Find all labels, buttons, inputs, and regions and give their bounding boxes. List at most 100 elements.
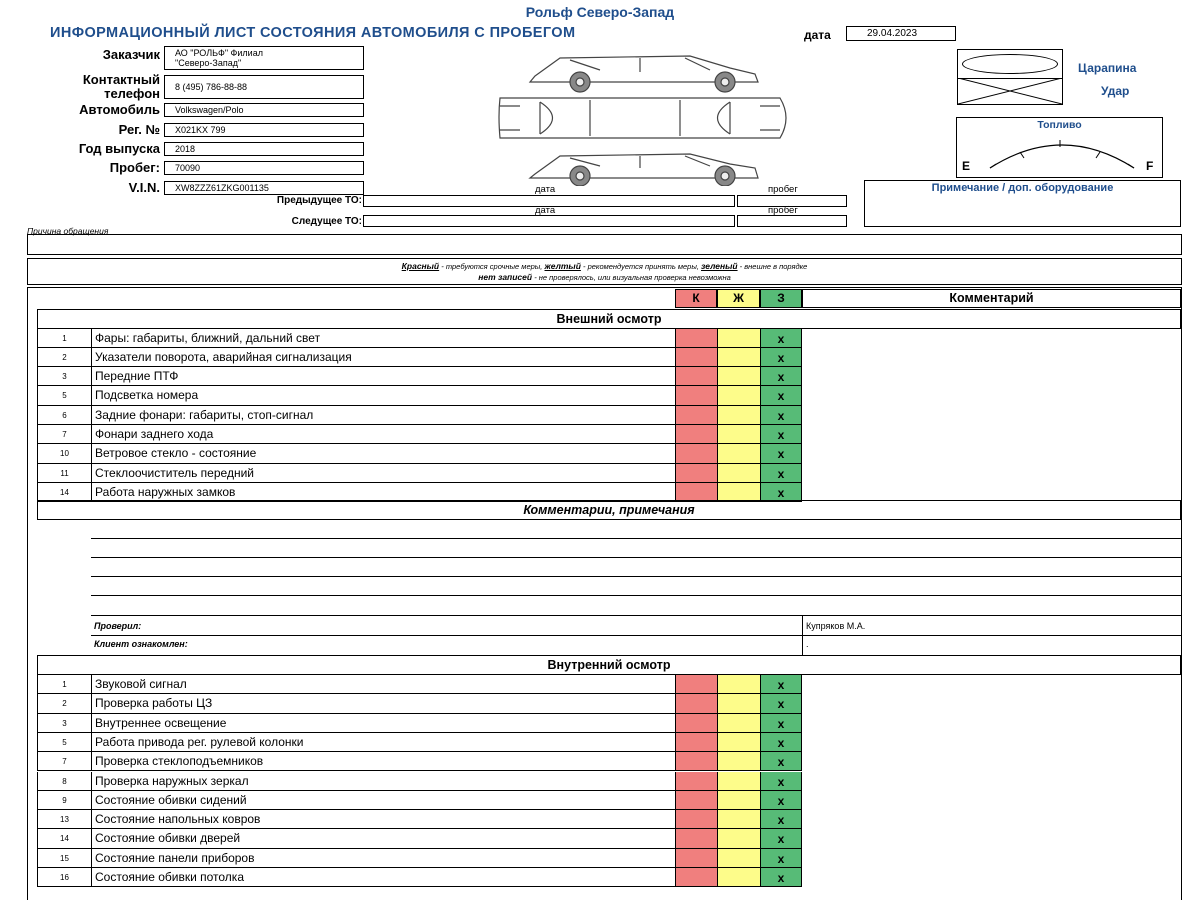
status-yellow-cell[interactable] bbox=[717, 367, 760, 387]
row-comment-cell[interactable] bbox=[802, 464, 1181, 483]
comment-line[interactable] bbox=[91, 557, 1181, 558]
status-red-cell[interactable] bbox=[675, 463, 717, 483]
row-comment-cell[interactable] bbox=[802, 849, 1181, 868]
next-service-mileage-field[interactable] bbox=[737, 215, 847, 227]
status-red-cell[interactable] bbox=[675, 752, 717, 772]
status-yellow-cell[interactable] bbox=[717, 405, 760, 425]
comment-line[interactable] bbox=[91, 576, 1181, 577]
status-yellow-cell[interactable] bbox=[717, 848, 760, 868]
row-comment-cell[interactable] bbox=[802, 425, 1181, 444]
row-comment-cell[interactable] bbox=[802, 367, 1181, 386]
status-red-cell[interactable] bbox=[675, 810, 717, 830]
row-comment-cell[interactable] bbox=[802, 444, 1181, 463]
status-yellow-cell[interactable] bbox=[717, 868, 760, 888]
status-green-cell[interactable]: x bbox=[760, 328, 802, 348]
status-yellow-cell[interactable] bbox=[717, 732, 760, 753]
customer-field[interactable]: АО "РОЛЬФ" Филиал "Северо-Запад" bbox=[164, 46, 364, 70]
status-yellow-cell[interactable] bbox=[717, 463, 760, 483]
year-field[interactable]: 2018 bbox=[164, 142, 364, 156]
table-row: 10 Ветровое стекло - состояние x bbox=[0, 444, 1200, 464]
comment-line[interactable] bbox=[91, 595, 1181, 596]
status-yellow-cell[interactable] bbox=[717, 713, 760, 733]
status-red-cell[interactable] bbox=[675, 771, 717, 791]
status-red-cell[interactable] bbox=[675, 848, 717, 868]
vin-field[interactable]: XW8ZZZ61ZKG001135 bbox=[164, 181, 364, 195]
status-red-cell[interactable] bbox=[675, 713, 717, 733]
col-header-z: З bbox=[760, 289, 802, 308]
date-field[interactable]: 29.04.2023 bbox=[846, 26, 956, 41]
status-green-cell[interactable]: x bbox=[760, 694, 802, 714]
status-red-cell[interactable] bbox=[675, 347, 717, 368]
reason-field[interactable] bbox=[27, 234, 1182, 255]
year-label: Год выпуска bbox=[78, 141, 160, 156]
row-comment-cell[interactable] bbox=[802, 348, 1181, 367]
status-green-cell[interactable]: x bbox=[760, 868, 802, 888]
status-red-cell[interactable] bbox=[675, 732, 717, 753]
status-red-cell[interactable] bbox=[675, 444, 717, 464]
reg-field[interactable]: X021KX 799 bbox=[164, 123, 364, 137]
row-comment-cell[interactable] bbox=[802, 406, 1181, 425]
status-yellow-cell[interactable] bbox=[717, 675, 760, 695]
status-red-cell[interactable] bbox=[675, 425, 717, 445]
row-number: 10 bbox=[37, 444, 91, 464]
status-green-cell[interactable]: x bbox=[760, 713, 802, 733]
status-yellow-cell[interactable] bbox=[717, 444, 760, 464]
status-red-cell[interactable] bbox=[675, 386, 717, 406]
status-yellow-cell[interactable] bbox=[717, 752, 760, 772]
status-green-cell[interactable]: x bbox=[760, 463, 802, 483]
status-green-cell[interactable]: x bbox=[760, 367, 802, 387]
row-comment-cell[interactable] bbox=[802, 772, 1181, 791]
row-comment-cell[interactable] bbox=[802, 714, 1181, 733]
status-green-cell[interactable]: x bbox=[760, 790, 802, 811]
status-red-cell[interactable] bbox=[675, 328, 717, 348]
status-red-cell[interactable] bbox=[675, 367, 717, 387]
status-yellow-cell[interactable] bbox=[717, 386, 760, 406]
status-green-cell[interactable]: x bbox=[760, 732, 802, 753]
status-green-cell[interactable]: x bbox=[760, 829, 802, 849]
status-yellow-cell[interactable] bbox=[717, 810, 760, 830]
status-green-cell[interactable]: x bbox=[760, 425, 802, 445]
row-comment-cell[interactable] bbox=[802, 733, 1181, 752]
row-comment-cell[interactable] bbox=[802, 829, 1181, 848]
status-green-cell[interactable]: x bbox=[760, 405, 802, 425]
row-comment-cell[interactable] bbox=[802, 752, 1181, 771]
status-green-cell[interactable]: x bbox=[760, 771, 802, 791]
status-yellow-cell[interactable] bbox=[717, 829, 760, 849]
status-red-cell[interactable] bbox=[675, 790, 717, 811]
row-comment-cell[interactable] bbox=[802, 329, 1181, 348]
row-comment-cell[interactable] bbox=[802, 694, 1181, 713]
row-comment-cell[interactable] bbox=[802, 868, 1181, 887]
status-yellow-cell[interactable] bbox=[717, 694, 760, 714]
status-green-cell[interactable]: x bbox=[760, 675, 802, 695]
status-green-cell[interactable]: x bbox=[760, 848, 802, 868]
status-red-cell[interactable] bbox=[675, 694, 717, 714]
status-red-cell[interactable] bbox=[675, 868, 717, 888]
notes-box[interactable]: Примечание / доп. оборудование bbox=[864, 180, 1181, 227]
status-red-cell[interactable] bbox=[675, 405, 717, 425]
legend-red-desc: - требуются срочные меры, bbox=[441, 262, 543, 271]
row-comment-cell[interactable] bbox=[802, 675, 1181, 694]
status-green-cell[interactable]: x bbox=[760, 347, 802, 368]
status-green-cell[interactable]: x bbox=[760, 444, 802, 464]
status-yellow-cell[interactable] bbox=[717, 771, 760, 791]
status-red-cell[interactable] bbox=[675, 675, 717, 695]
phone-field[interactable]: 8 (495) 786-88-88 bbox=[164, 75, 364, 99]
mileage-field[interactable]: 70090 bbox=[164, 161, 364, 175]
row-comment-cell[interactable] bbox=[802, 791, 1181, 810]
status-green-cell[interactable]: x bbox=[760, 810, 802, 830]
status-green-cell[interactable]: x bbox=[760, 386, 802, 406]
status-yellow-cell[interactable] bbox=[717, 328, 760, 348]
status-yellow-cell[interactable] bbox=[717, 790, 760, 811]
checked-by-label: Проверил: bbox=[94, 621, 142, 631]
comment-line[interactable] bbox=[91, 538, 1181, 539]
car-field[interactable]: Volkswagen/Polo bbox=[164, 103, 364, 117]
status-green-cell[interactable]: x bbox=[760, 752, 802, 772]
status-yellow-cell[interactable] bbox=[717, 347, 760, 368]
status-yellow-cell[interactable] bbox=[717, 425, 760, 445]
row-comment-cell[interactable] bbox=[802, 810, 1181, 829]
comment-line bbox=[91, 615, 1181, 616]
status-red-cell[interactable] bbox=[675, 829, 717, 849]
next-service-date-field[interactable] bbox=[363, 215, 735, 227]
row-comment-cell[interactable] bbox=[802, 386, 1181, 405]
dent-symbol bbox=[958, 78, 1062, 104]
